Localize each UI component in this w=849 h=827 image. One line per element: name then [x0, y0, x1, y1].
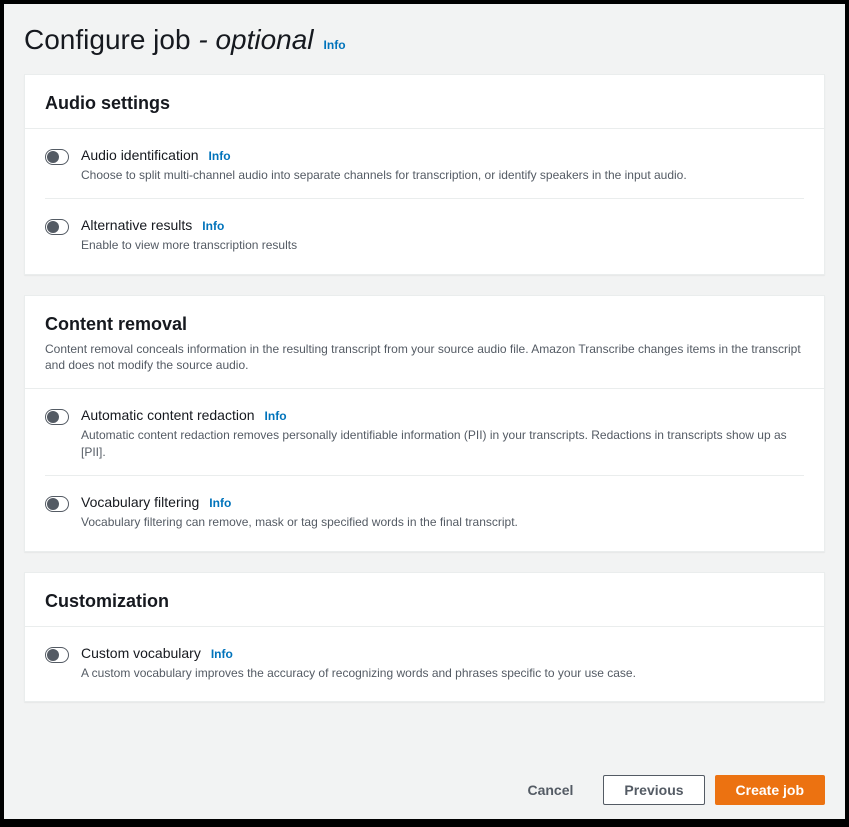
- alternative-results-label: Alternative results: [81, 217, 192, 233]
- vocabulary-filtering-row: Vocabulary filtering Info Vocabulary fil…: [45, 476, 804, 531]
- automatic-content-redaction-row: Automatic content redaction Info Automat…: [45, 389, 804, 476]
- audio-identification-row: Audio identification Info Choose to spli…: [45, 129, 804, 199]
- alternative-results-row: Alternative results Info Enable to view …: [45, 199, 804, 254]
- page-info-link[interactable]: Info: [324, 38, 346, 52]
- page-title-suffix: - optional: [198, 24, 313, 55]
- audio-identification-desc: Choose to split multi-channel audio into…: [81, 167, 804, 184]
- automatic-content-redaction-label: Automatic content redaction: [81, 407, 255, 423]
- alternative-results-desc: Enable to view more transcription result…: [81, 237, 804, 254]
- alternative-results-info-link[interactable]: Info: [202, 219, 224, 233]
- audio-settings-header: Audio settings: [25, 75, 824, 129]
- automatic-content-redaction-toggle[interactable]: [45, 409, 69, 425]
- content-removal-desc: Content removal conceals information in …: [45, 341, 804, 375]
- cancel-button[interactable]: Cancel: [507, 776, 593, 804]
- customization-panel: Customization Custom vocabulary Info A c…: [24, 572, 825, 703]
- page-header: Configure job - optional Info: [24, 24, 825, 56]
- page-title: Configure job - optional: [24, 24, 314, 56]
- vocabulary-filtering-label: Vocabulary filtering: [81, 494, 199, 510]
- audio-identification-info-link[interactable]: Info: [209, 149, 231, 163]
- vocabulary-filtering-info-link[interactable]: Info: [209, 496, 231, 510]
- footer-actions: Cancel Previous Create job: [24, 767, 825, 805]
- custom-vocabulary-info-link[interactable]: Info: [211, 647, 233, 661]
- page-title-prefix: Configure job: [24, 24, 191, 55]
- audio-settings-panel: Audio settings Audio identification Info…: [24, 74, 825, 275]
- content-removal-panel: Content removal Content removal conceals…: [24, 295, 825, 552]
- vocabulary-filtering-desc: Vocabulary filtering can remove, mask or…: [81, 514, 804, 531]
- automatic-content-redaction-desc: Automatic content redaction removes pers…: [81, 427, 804, 461]
- automatic-content-redaction-info-link[interactable]: Info: [265, 409, 287, 423]
- custom-vocabulary-desc: A custom vocabulary improves the accurac…: [81, 665, 804, 682]
- vocabulary-filtering-toggle[interactable]: [45, 496, 69, 512]
- content-removal-title: Content removal: [45, 314, 804, 335]
- custom-vocabulary-row: Custom vocabulary Info A custom vocabula…: [45, 627, 804, 682]
- audio-identification-label: Audio identification: [81, 147, 199, 163]
- customization-header: Customization: [25, 573, 824, 627]
- custom-vocabulary-label: Custom vocabulary: [81, 645, 201, 661]
- create-job-button[interactable]: Create job: [715, 775, 825, 805]
- custom-vocabulary-toggle[interactable]: [45, 647, 69, 663]
- audio-identification-toggle[interactable]: [45, 149, 69, 165]
- alternative-results-toggle[interactable]: [45, 219, 69, 235]
- customization-title: Customization: [45, 591, 804, 612]
- audio-settings-title: Audio settings: [45, 93, 804, 114]
- previous-button[interactable]: Previous: [603, 775, 704, 805]
- content-removal-header: Content removal Content removal conceals…: [25, 296, 824, 390]
